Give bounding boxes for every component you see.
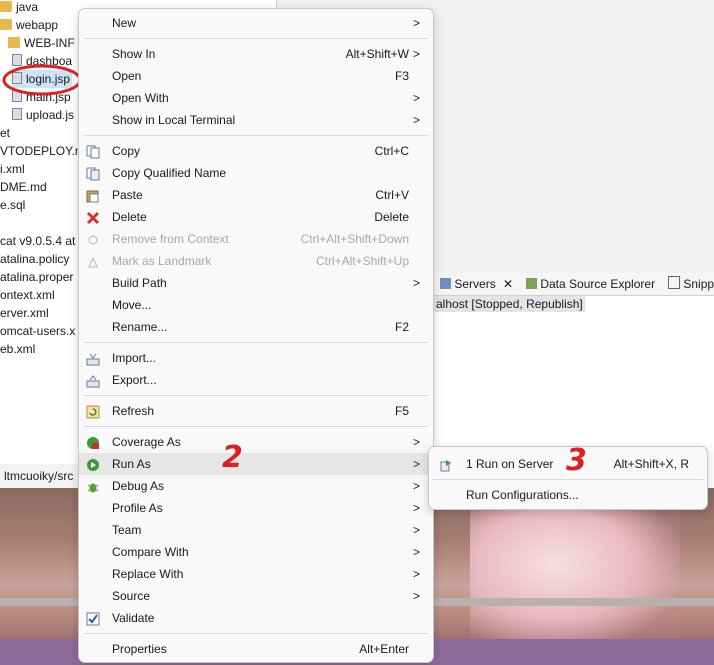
database-icon <box>526 278 537 289</box>
delete-icon <box>86 210 100 225</box>
menu-item-replace-with[interactable]: Replace With > <box>79 563 433 585</box>
folder-icon <box>0 1 12 12</box>
tree-item[interactable]: atalina.policy <box>0 250 69 268</box>
menu-item-profile-as[interactable]: Profile As > <box>79 497 433 519</box>
jsp-file-icon <box>12 108 22 120</box>
menu-item-export[interactable]: Export... <box>79 369 433 391</box>
tree-item-upload-jsp[interactable]: upload.js <box>12 106 74 124</box>
tree-item-webapp[interactable]: webapp <box>0 16 58 34</box>
checkbox-checked-icon[interactable] <box>86 611 100 626</box>
menu-item-properties[interactable]: Properties Alt+Enter <box>79 638 433 660</box>
red-circle-annotation <box>2 64 82 96</box>
menu-item-build-path[interactable]: Build Path > <box>79 272 433 294</box>
servers-view-tabs: Servers ✕ Data Source Explorer Snipp <box>434 273 714 296</box>
menu-item-copy[interactable]: Copy Ctrl+C <box>79 140 433 162</box>
copy-qualified-name-icon <box>86 166 100 181</box>
tab-data-source-explorer[interactable]: Data Source Explorer <box>526 273 655 295</box>
run-icon <box>86 457 100 471</box>
menu-item-rename[interactable]: Rename... F2 <box>79 316 433 338</box>
tree-item-server[interactable]: cat v9.0.5.4 at <box>0 232 75 250</box>
menu-item-debug-as[interactable]: Debug As > <box>79 475 433 497</box>
submenu-item-run-configurations[interactable]: Run Configurations... <box>429 484 707 506</box>
folder-icon <box>8 37 20 48</box>
menu-item-mark-as-landmark: Mark as Landmark Ctrl+Alt+Shift+Up <box>79 250 433 272</box>
menu-item-run-as[interactable]: Run As > <box>79 453 433 475</box>
tree-item[interactable]: DME.md <box>0 178 47 196</box>
menu-item-team[interactable]: Team > <box>79 519 433 541</box>
tree-item-java[interactable]: java <box>0 0 38 16</box>
refresh-icon <box>86 404 100 419</box>
tree-item[interactable]: eb.xml <box>0 340 35 358</box>
menu-item-paste[interactable]: Paste Ctrl+V <box>79 184 433 206</box>
tab-snippets[interactable]: Snipp <box>668 273 714 295</box>
servers-icon <box>440 278 451 289</box>
tree-item[interactable]: et <box>0 124 10 142</box>
tree-item[interactable]: VTODEPLOY.r <box>0 142 79 160</box>
run-on-server-icon <box>439 457 453 479</box>
copy-icon <box>86 144 100 159</box>
menu-item-import[interactable]: Import... <box>79 347 433 369</box>
landmark-icon <box>86 254 100 268</box>
debug-bug-icon <box>86 479 100 493</box>
context-menu: New > Show In Alt+Shift+W > Open F3 Open Wit… <box>78 8 434 663</box>
tree-item-web-inf[interactable]: WEB-INF <box>8 34 75 52</box>
menu-item-move[interactable]: Move... <box>79 294 433 316</box>
import-icon <box>86 351 100 366</box>
menu-item-delete[interactable]: Delete Delete <box>79 206 433 228</box>
paste-icon <box>86 188 100 203</box>
menu-item-new[interactable]: New > <box>79 12 433 34</box>
menu-item-open[interactable]: Open F3 <box>79 65 433 87</box>
menu-item-compare-with[interactable]: Compare With > <box>79 541 433 563</box>
menu-item-open-with[interactable]: Open With > <box>79 87 433 109</box>
menu-item-refresh[interactable]: Refresh F5 <box>79 400 433 422</box>
tree-item[interactable]: ontext.xml <box>0 286 55 304</box>
menu-item-show-in-local-terminal[interactable]: Show in Local Terminal > <box>79 109 433 131</box>
coverage-icon <box>86 435 100 449</box>
tab-servers[interactable]: Servers ✕ <box>440 273 513 295</box>
server-entry[interactable]: alhost [Stopped, Republish] <box>434 295 714 315</box>
tree-item[interactable]: erver.xml <box>0 304 49 322</box>
tree-item[interactable]: e.sql <box>0 196 25 214</box>
export-icon <box>86 373 100 388</box>
menu-item-source[interactable]: Source > <box>79 585 433 607</box>
annotation-number-3: 3 <box>566 443 587 478</box>
snippets-icon <box>668 276 680 289</box>
editor-tab[interactable]: ltmcuoiky/src <box>0 464 80 489</box>
remove-context-icon <box>86 232 100 246</box>
menu-item-copy-qualified-name[interactable]: Copy Qualified Name <box>79 162 433 184</box>
menu-item-show-in[interactable]: Show In Alt+Shift+W > <box>79 43 433 65</box>
folder-icon <box>0 19 12 30</box>
menu-item-validate[interactable]: Validate <box>79 607 433 629</box>
menu-item-coverage-as[interactable]: Coverage As > <box>79 431 433 453</box>
menu-item-remove-from-context: Remove from Context Ctrl+Alt+Shift+Down <box>79 228 433 250</box>
annotation-number-2: 2 <box>222 440 243 475</box>
tree-item[interactable]: i.xml <box>0 160 25 178</box>
close-icon[interactable]: ✕ <box>503 277 513 291</box>
tree-item[interactable]: atalina.proper <box>0 268 73 286</box>
tree-item[interactable]: omcat-users.x <box>0 322 75 340</box>
